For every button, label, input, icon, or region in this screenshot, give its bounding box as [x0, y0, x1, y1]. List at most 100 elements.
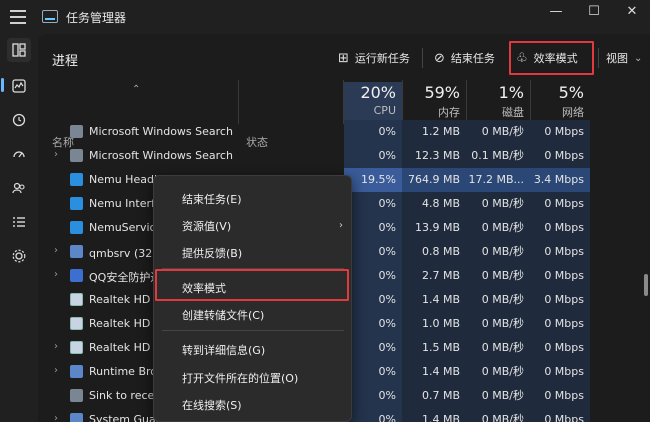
- cpu-cell: 0%: [344, 360, 402, 384]
- memory-cell: 1.4 MB: [402, 408, 466, 422]
- startup-icon[interactable]: [7, 142, 31, 166]
- memory-percent: 59%: [424, 83, 460, 102]
- cpu-cell: 19.5%: [344, 168, 402, 192]
- menu-item-resource-values[interactable]: 资源值(V): [182, 218, 231, 234]
- expand-chevron-icon[interactable]: ›: [54, 149, 58, 160]
- expand-chevron-icon[interactable]: ›: [54, 365, 58, 376]
- menu-item-end-task[interactable]: 结束任务(E): [182, 191, 242, 207]
- process-window-icon: [70, 245, 83, 258]
- performance-icon[interactable]: [7, 74, 31, 98]
- disk-cell: 0 MB/秒: [466, 408, 530, 422]
- menu-item-feedback[interactable]: 提供反馈(B): [182, 245, 242, 261]
- expand-chevron-icon[interactable]: ›: [54, 341, 58, 352]
- network-percent: 5%: [558, 83, 584, 102]
- menu-item-go-to-details[interactable]: 转到详细信息(G): [182, 342, 265, 358]
- run-new-task-label: 运行新任务: [354, 52, 410, 65]
- memory-cell: 764.9 MB: [402, 168, 466, 192]
- column-memory[interactable]: 59% 内存: [402, 82, 466, 124]
- sort-arrow-icon[interactable]: ⌃: [132, 84, 140, 95]
- network-label: 网络: [562, 106, 584, 119]
- memory-cell: 1.4 MB: [402, 360, 466, 384]
- column-disk[interactable]: 1% 磁盘: [466, 82, 530, 124]
- disk-cell: 0 MB/秒: [466, 120, 530, 144]
- cpu-percent: 20%: [360, 83, 396, 102]
- expand-chevron-icon[interactable]: ›: [54, 245, 58, 256]
- menu-item-open-location[interactable]: 打开文件所在的位置(O): [182, 370, 298, 386]
- disk-cell: 0 MB/秒: [466, 336, 530, 360]
- toolbar-divider: [598, 48, 599, 68]
- vertical-scrollbar[interactable]: [644, 274, 648, 296]
- menu-item-search-online[interactable]: 在线搜索(S): [182, 397, 242, 413]
- disk-cell: 0 MB/秒: [466, 288, 530, 312]
- table-row[interactable]: Microsoft Windows Search ... 0% 1.2 MB 0…: [38, 120, 638, 144]
- run-new-task-button[interactable]: ⊞ 运行新任务: [338, 44, 410, 72]
- end-task-label: 结束任务: [450, 52, 495, 65]
- memory-cell: 1.4 MB: [402, 288, 466, 312]
- column-cpu[interactable]: 20% CPU: [344, 82, 402, 124]
- close-button[interactable]: ✕: [622, 4, 642, 19]
- disk-cell: 0 MB/秒: [466, 264, 530, 288]
- cpu-label: CPU: [373, 104, 396, 117]
- details-icon[interactable]: [7, 210, 31, 234]
- network-cell: 0 Mbps: [530, 144, 590, 168]
- menu-divider: [162, 330, 344, 331]
- chevron-down-icon: ⌄: [634, 52, 643, 64]
- users-icon[interactable]: [7, 176, 31, 200]
- cpu-cell: 0%: [344, 216, 402, 240]
- hamburger-menu-icon[interactable]: [10, 10, 26, 24]
- processes-icon[interactable]: [7, 38, 31, 62]
- command-bar: 进程 ⊞ 运行新任务 ⊘ 结束任务 ♧ 效率模式 视图 ⌄: [38, 34, 650, 80]
- process-name: Microsoft Windows Search ...: [89, 149, 235, 162]
- nemu-icon: [70, 221, 83, 234]
- cpu-cell: 0%: [344, 288, 402, 312]
- memory-cell: 0.8 MB: [402, 240, 466, 264]
- view-label: 视图: [606, 52, 628, 65]
- network-cell: 0 Mbps: [530, 216, 590, 240]
- process-window-icon: [70, 365, 83, 378]
- maximize-button[interactable]: ☐: [584, 4, 604, 19]
- cpu-cell: 0%: [344, 408, 402, 422]
- column-divider: [238, 80, 239, 124]
- process-gear-icon: [70, 149, 83, 162]
- disk-percent: 1%: [498, 83, 524, 102]
- efficiency-mode-highlight: [509, 41, 594, 75]
- cpu-cell: 0%: [344, 192, 402, 216]
- memory-cell: 1.5 MB: [402, 336, 466, 360]
- end-task-icon: ⊘: [434, 50, 445, 66]
- left-navigation: [0, 34, 38, 422]
- disk-cell: 0 MB/秒: [466, 192, 530, 216]
- process-name: Microsoft Windows Search ...: [89, 125, 235, 138]
- realtek-icon: [70, 293, 83, 306]
- view-dropdown[interactable]: 视图 ⌄: [606, 44, 642, 72]
- realtek-icon: [70, 317, 83, 330]
- end-task-button[interactable]: ⊘ 结束任务: [434, 44, 495, 72]
- expand-chevron-icon[interactable]: ›: [54, 413, 58, 422]
- menu-item-create-dump[interactable]: 创建转储文件(C): [182, 307, 264, 323]
- memory-cell: 1.2 MB: [402, 120, 466, 144]
- memory-cell: 12.3 MB: [402, 144, 466, 168]
- cpu-cell: 0%: [344, 240, 402, 264]
- network-cell: 3.4 Mbps: [530, 168, 590, 192]
- cpu-cell: 0%: [344, 264, 402, 288]
- process-sink-icon: [70, 389, 83, 402]
- minimize-button[interactable]: —: [546, 4, 566, 19]
- network-cell: 0 Mbps: [530, 384, 590, 408]
- table-row[interactable]: › Microsoft Windows Search ... 0% 12.3 M…: [38, 144, 638, 168]
- cpu-cell: 0%: [344, 384, 402, 408]
- memory-cell: 2.7 MB: [402, 264, 466, 288]
- expand-chevron-icon[interactable]: ›: [54, 269, 58, 280]
- disk-cell: 0.1 MB/秒: [466, 144, 530, 168]
- services-icon[interactable]: [7, 244, 31, 268]
- task-manager-app-icon: [42, 10, 58, 23]
- efficiency-menu-highlight: [155, 269, 349, 301]
- disk-cell: 0 MB/秒: [466, 384, 530, 408]
- app-history-icon[interactable]: [7, 108, 31, 132]
- run-task-icon: ⊞: [338, 50, 349, 66]
- memory-cell: 1.0 MB: [402, 312, 466, 336]
- submenu-chevron-icon: ›: [339, 220, 343, 231]
- disk-cell: 0 MB/秒: [466, 312, 530, 336]
- disk-cell: 17.2 MB...: [466, 168, 530, 192]
- window-title: 任务管理器: [66, 11, 127, 25]
- column-network[interactable]: 5% 网络: [530, 82, 590, 124]
- cpu-cell: 0%: [344, 144, 402, 168]
